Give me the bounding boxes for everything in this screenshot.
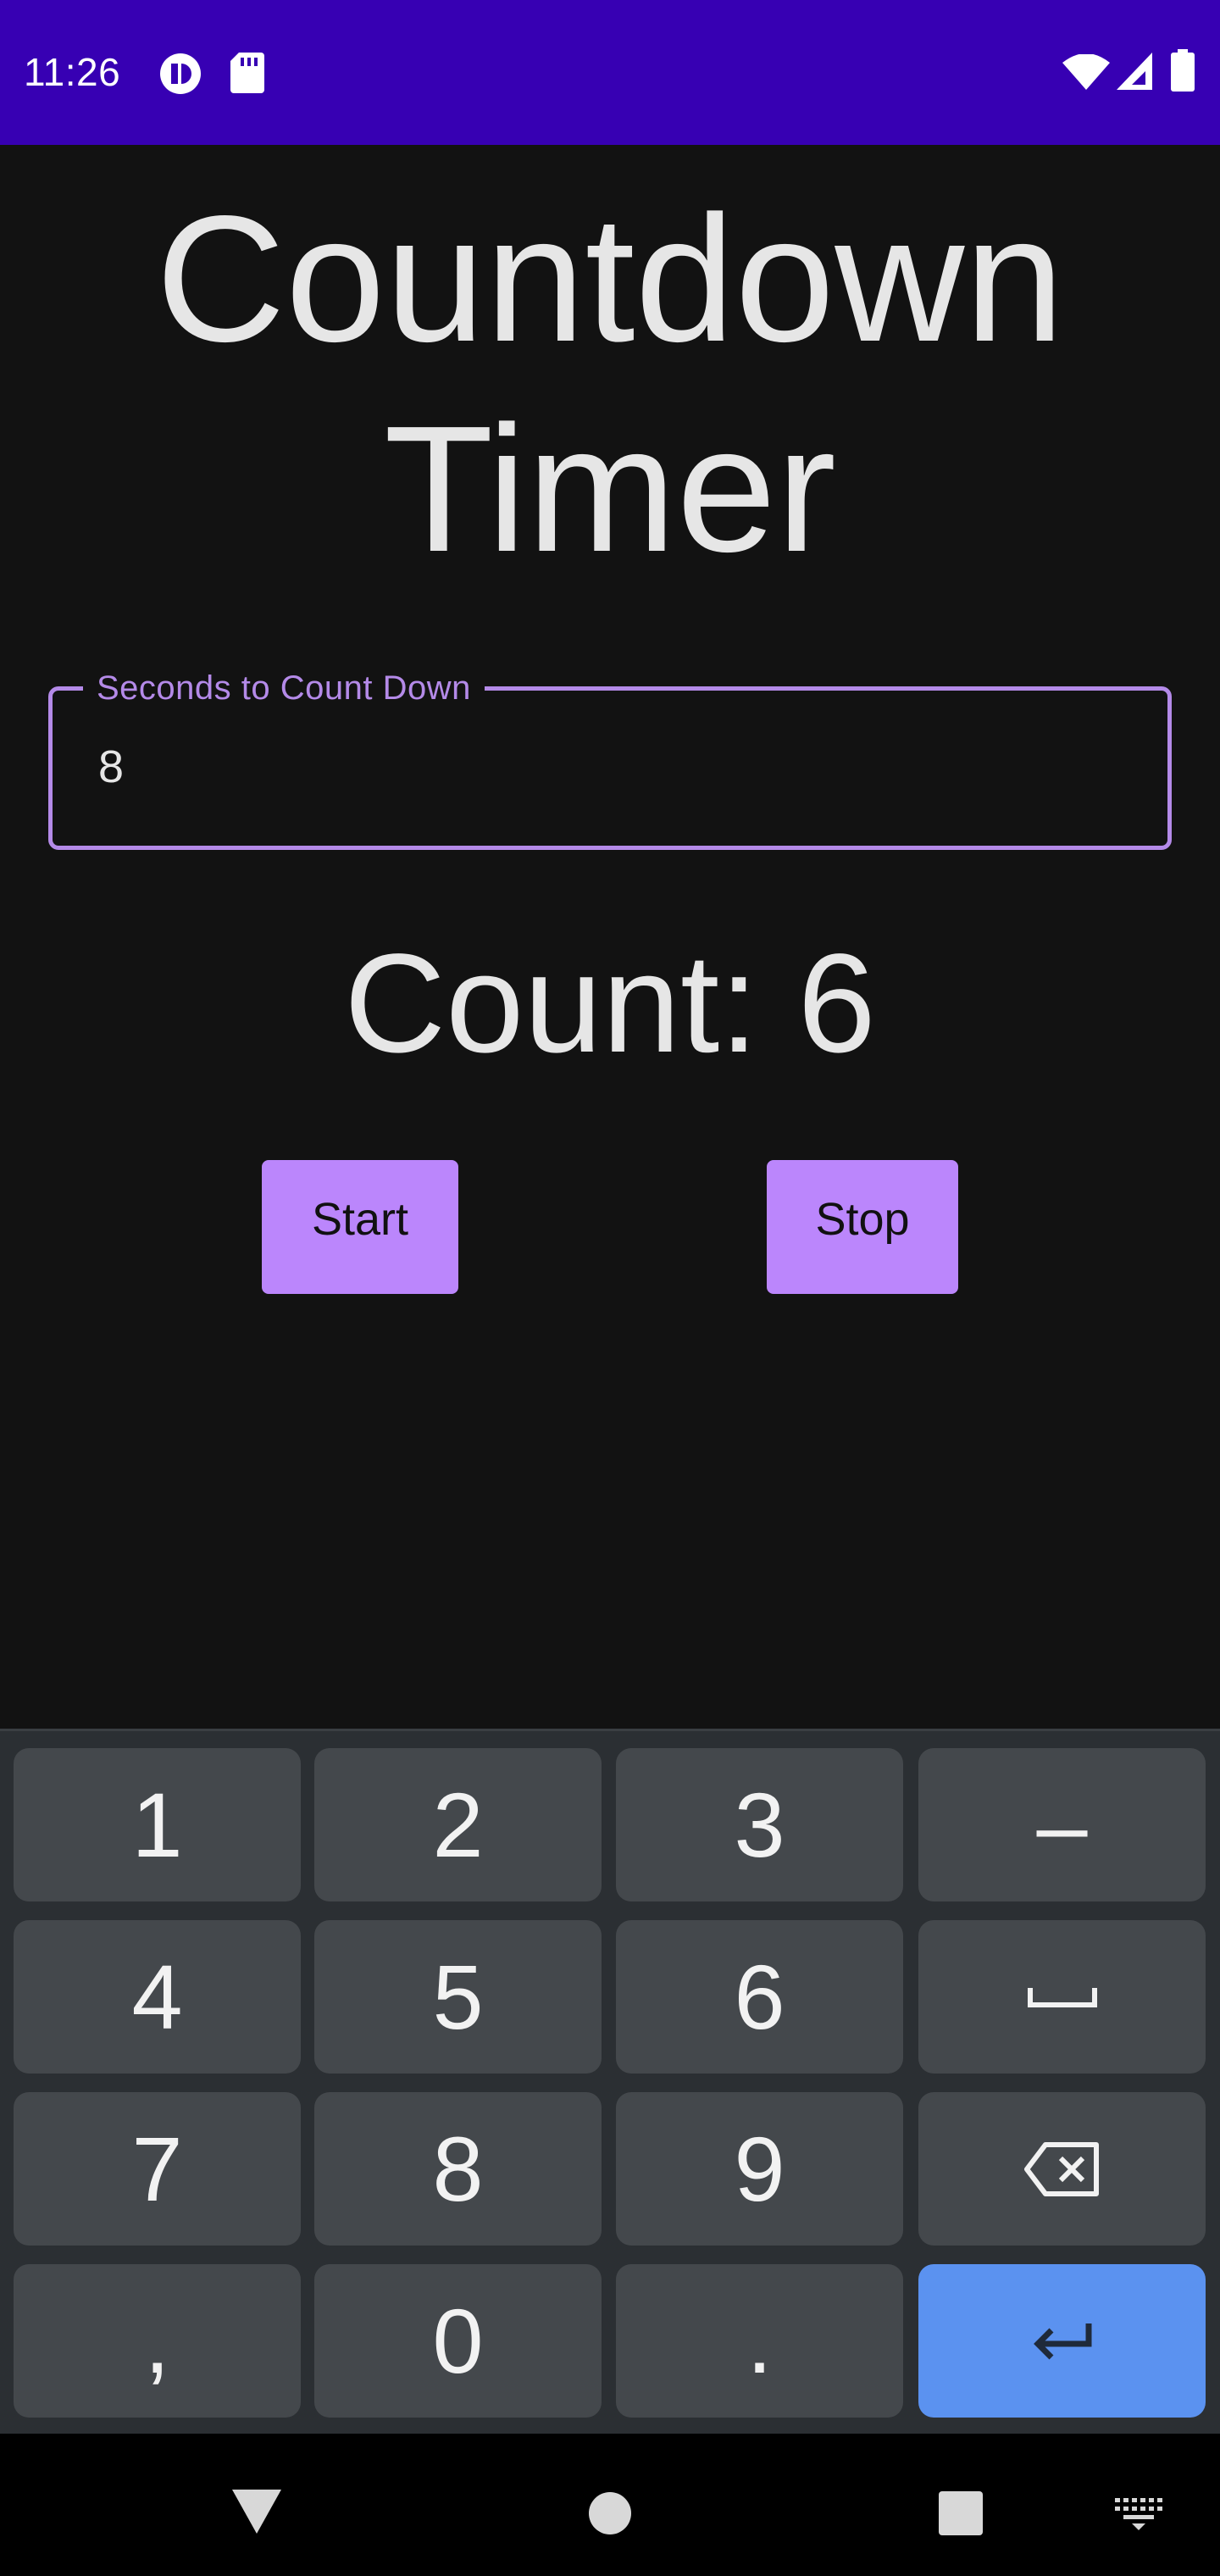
seconds-input-value[interactable]: 8 xyxy=(98,741,124,792)
key-9[interactable]: 9 xyxy=(616,2092,903,2246)
seconds-input-label: Seconds to Count Down xyxy=(83,667,485,709)
key-backspace[interactable] xyxy=(918,2092,1206,2246)
navigation-bar xyxy=(0,2434,1220,2576)
key-4[interactable]: 4 xyxy=(14,1920,301,2074)
key-enter[interactable] xyxy=(918,2264,1206,2418)
count-display: Count: 6 xyxy=(344,925,876,1082)
stop-button[interactable]: Stop xyxy=(767,1160,958,1294)
sd-card-icon xyxy=(230,53,264,93)
key-6[interactable]: 6 xyxy=(616,1920,903,2074)
title-line-1: Countdown xyxy=(155,178,1065,379)
wifi-icon xyxy=(1062,54,1110,90)
screen: 11:26 Countdown Timer Seconds to Count D… xyxy=(0,0,1220,2576)
key-comma[interactable]: , xyxy=(14,2264,301,2418)
space-icon xyxy=(1027,1987,1097,2007)
recents-icon[interactable] xyxy=(939,2491,983,2535)
keyboard-switch-icon[interactable] xyxy=(1115,2498,1162,2532)
key-1[interactable]: 1 xyxy=(14,1748,301,1901)
page-title: Countdown Timer xyxy=(0,174,1220,594)
seconds-input[interactable]: Seconds to Count Down 8 xyxy=(48,667,1172,850)
key-8[interactable]: 8 xyxy=(314,2092,602,2246)
enter-icon xyxy=(1033,2323,1091,2359)
key-7[interactable]: 7 xyxy=(14,2092,301,2246)
battery-icon xyxy=(1171,49,1195,92)
status-time: 11:26 xyxy=(24,50,121,94)
key-period[interactable]: . xyxy=(616,2264,903,2418)
status-bar: 11:26 xyxy=(0,0,1220,145)
key-minus[interactable]: – xyxy=(918,1748,1206,1901)
key-0[interactable]: 0 xyxy=(314,2264,602,2418)
key-3[interactable]: 3 xyxy=(616,1748,903,1901)
numeric-keyboard: 1 2 3 – 4 5 6 7 8 9 , 0 . xyxy=(0,1729,1220,2434)
home-icon[interactable] xyxy=(588,2491,632,2535)
backspace-icon xyxy=(1023,2141,1099,2196)
key-space[interactable] xyxy=(918,1920,1206,2074)
key-2[interactable]: 2 xyxy=(314,1748,602,1901)
app-notification-icon xyxy=(160,53,201,94)
start-button[interactable]: Start xyxy=(262,1160,458,1294)
cell-signal-icon xyxy=(1117,53,1152,90)
title-line-2: Timer xyxy=(384,388,836,589)
key-5[interactable]: 5 xyxy=(314,1920,602,2074)
back-icon[interactable] xyxy=(232,2490,281,2534)
